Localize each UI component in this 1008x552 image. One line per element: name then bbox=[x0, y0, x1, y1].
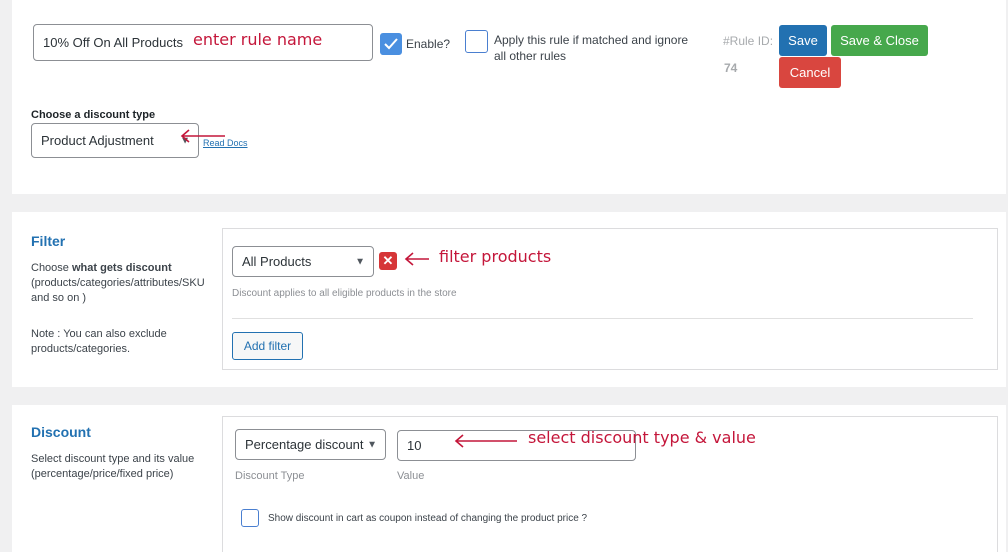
discount-value: 10 bbox=[407, 438, 422, 453]
rule-header-panel: 10% Off On All Products enter rule name … bbox=[12, 0, 1006, 194]
chevron-down-icon: ▼ bbox=[367, 439, 377, 450]
chevron-down-icon: ▼ bbox=[355, 256, 365, 267]
discount-type-heading: Choose a discount type bbox=[31, 109, 156, 121]
arrow-left-annotation-icon bbox=[404, 252, 429, 266]
remove-filter-button[interactable]: ✕ bbox=[379, 252, 397, 270]
filter-desc-line2: (products/categories/attributes/SKU bbox=[31, 277, 205, 289]
discount-value-caption: Value bbox=[397, 470, 425, 482]
discount-type-caption: Discount Type bbox=[235, 470, 305, 482]
rule-name-value: 10% Off On All Products bbox=[43, 35, 183, 50]
discount-type-selected: Product Adjustment bbox=[41, 133, 154, 148]
discount-description: Select discount type and its value (perc… bbox=[31, 452, 226, 482]
close-icon: ✕ bbox=[382, 253, 394, 268]
filter-box: All Products ▼ ✕ filter products Discoun… bbox=[222, 228, 998, 370]
filter-panel: Filter Choose what gets discount (produc… bbox=[12, 212, 1006, 387]
arrow-left-annotation-icon bbox=[454, 434, 517, 448]
discount-type-select[interactable]: Product Adjustment ▼ bbox=[31, 123, 199, 158]
exclusive-rule-label-line1: Apply this rule if matched and ignore bbox=[494, 33, 689, 47]
filter-description: Choose what gets discount (products/cate… bbox=[31, 261, 226, 306]
add-filter-button[interactable]: Add filter bbox=[232, 332, 303, 360]
filter-note: Note : You can also exclude products/cat… bbox=[31, 327, 226, 357]
filter-annotation: filter products bbox=[439, 247, 552, 266]
enable-label: Enable? bbox=[406, 37, 451, 51]
enable-checkbox[interactable] bbox=[380, 33, 402, 55]
filter-select[interactable]: All Products ▼ bbox=[232, 246, 374, 277]
filter-help-text: Discount applies to all eligible product… bbox=[232, 288, 457, 299]
discount-type-dropdown[interactable]: Percentage discount ▼ bbox=[235, 429, 386, 460]
rule-id-value: 74 bbox=[724, 61, 738, 75]
cancel-button[interactable]: Cancel bbox=[779, 57, 841, 88]
exclusive-rule-checkbox[interactable] bbox=[465, 30, 488, 53]
rule-id-label: #Rule ID: bbox=[723, 34, 774, 48]
discount-panel: Discount Select discount type and its va… bbox=[12, 405, 1006, 552]
rule-name-annotation: enter rule name bbox=[193, 30, 323, 49]
filter-selected: All Products bbox=[242, 254, 312, 269]
discount-annotation: select discount type & value bbox=[528, 428, 756, 447]
discount-title: Discount bbox=[31, 424, 91, 440]
filter-desc-bold: what gets discount bbox=[71, 262, 172, 274]
save-close-button[interactable]: Save & Close bbox=[831, 25, 928, 56]
filter-note-line1: Note : You can also exclude bbox=[31, 328, 167, 340]
discount-desc-line2: (percentage/price/fixed price) bbox=[31, 468, 174, 480]
coupon-label: Show discount in cart as coupon instead … bbox=[268, 513, 588, 524]
filter-desc-prefix: Choose bbox=[31, 262, 72, 274]
discount-box: Percentage discount ▼ Discount Type 10 V… bbox=[222, 416, 998, 552]
filter-note-line2: products/categories. bbox=[31, 343, 131, 355]
read-docs-link[interactable]: Read Docs bbox=[203, 138, 248, 148]
filter-desc-line3: and so on ) bbox=[31, 292, 87, 304]
filter-title: Filter bbox=[31, 233, 66, 249]
checkmark-icon bbox=[384, 38, 398, 50]
discount-type-dropdown-selected: Percentage discount bbox=[245, 437, 364, 452]
filter-divider bbox=[232, 318, 973, 319]
discount-desc-line1: Select discount type and its value bbox=[31, 453, 195, 465]
exclusive-rule-label-line2: all other rules bbox=[494, 49, 567, 63]
coupon-checkbox[interactable] bbox=[241, 509, 259, 527]
save-button[interactable]: Save bbox=[779, 25, 827, 56]
